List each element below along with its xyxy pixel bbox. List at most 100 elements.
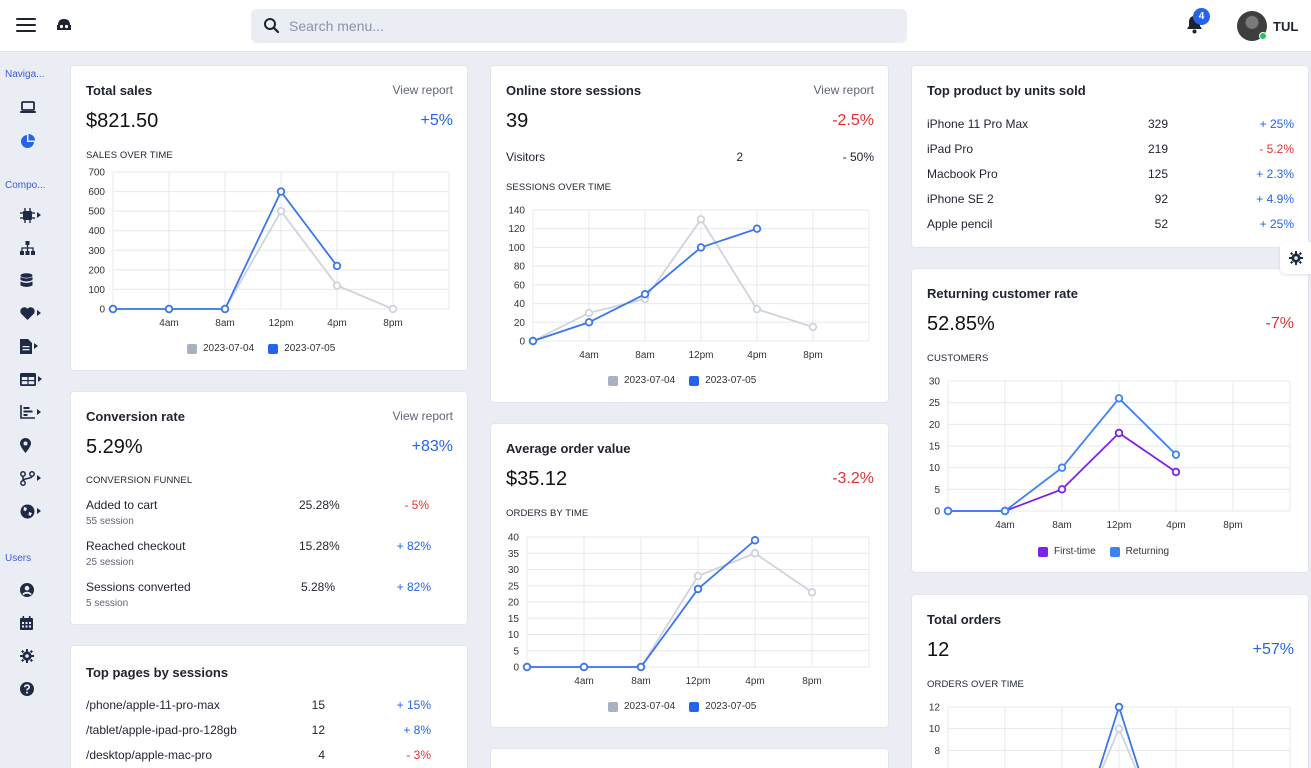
- search-input[interactable]: [289, 9, 889, 43]
- y-tick-label: 0: [99, 305, 105, 316]
- sidebar-item-analytics[interactable]: [20, 131, 56, 151]
- sidebar-item-tables[interactable]: [20, 369, 56, 389]
- data-point: [1000, 506, 1010, 516]
- online-status-dot: [1259, 32, 1267, 40]
- data-point: [584, 318, 594, 327]
- legend-swatch: [1109, 546, 1120, 557]
- pie-chart-icon: [21, 133, 35, 148]
- card-conversion-rate: Conversion rate View report 5.29% +83% C…: [70, 391, 468, 625]
- x-tick-label: 12pm: [685, 676, 710, 687]
- legend-swatch: [689, 375, 700, 386]
- sidebar-item-files[interactable]: [20, 336, 56, 356]
- product-name: iPhone SE 2: [927, 192, 994, 206]
- y-tick-label: 500: [88, 207, 105, 218]
- data-point: [528, 336, 538, 346]
- card-top-products: Top product by units sold iPhone 11 Pro …: [911, 65, 1309, 248]
- product-change: + 25%: [1259, 217, 1294, 231]
- sales-over-time-chart: 0 100 200 300 400 500 600 700 4am 8am 12pm 4pm 8pm: [88, 168, 450, 329]
- funnel-subtitle: CONVERSION FUNNEL: [86, 475, 193, 486]
- data-point: [752, 304, 762, 314]
- sidebar-item-branches[interactable]: [20, 468, 56, 488]
- y-tick-label: 700: [88, 168, 105, 179]
- data-point: [1114, 702, 1124, 712]
- notification-badge: 4: [1193, 8, 1210, 25]
- sidebar-heading-components: Compo...: [5, 180, 46, 191]
- chart-legend: 2023-07-04 2023-07-05: [608, 375, 770, 386]
- sidebar-heading-navigation: Naviga...: [5, 69, 45, 80]
- username[interactable]: TUL: [1273, 19, 1298, 34]
- view-report-link[interactable]: View report: [393, 409, 453, 423]
- card-partial: [490, 748, 889, 768]
- data-point: [108, 304, 118, 314]
- funnel-step-change: - 5%: [404, 498, 429, 512]
- funnel-step-value: 25.28%: [299, 498, 340, 512]
- logo-icon[interactable]: [55, 17, 73, 33]
- sidebar-item-charts[interactable]: [20, 402, 56, 422]
- product-change: + 2.3%: [1256, 167, 1294, 181]
- sidebar-item-dashboard[interactable]: [20, 97, 56, 117]
- y-tick-label: 35: [508, 549, 520, 560]
- settings-fab[interactable]: [1280, 242, 1311, 274]
- product-name: iPhone 11 Pro Max: [927, 117, 1029, 131]
- legend-swatch: [608, 701, 618, 712]
- data-point: [332, 261, 342, 271]
- product-name: iPad Pro: [927, 142, 974, 156]
- funnel-step-sessions: 5 session: [86, 598, 129, 609]
- y-tick-label: 20: [514, 318, 526, 329]
- y-tick-label: 140: [508, 206, 525, 217]
- data-point: [276, 206, 286, 216]
- menu-toggle-icon[interactable]: [16, 18, 36, 32]
- page-path[interactable]: /phone/apple-11-pro-max: [86, 698, 220, 712]
- legend-label: First-time: [1054, 546, 1096, 557]
- database-icon: [20, 272, 33, 287]
- sidebar-item-help[interactable]: [20, 679, 56, 699]
- card-total-orders: Total orders 12 +57% ORDERS OVER TIME 81…: [911, 594, 1309, 768]
- bar-list-icon: [20, 405, 35, 419]
- sidebar-item-profile[interactable]: [20, 580, 56, 600]
- sidebar-item-calendar[interactable]: [20, 613, 56, 633]
- legend-swatch: [268, 343, 279, 354]
- data-point: [1057, 485, 1067, 494]
- sidebar-item-chip[interactable]: [20, 205, 56, 225]
- y-tick-label: 100: [508, 243, 525, 254]
- x-tick-label: 4am: [579, 350, 598, 361]
- orders-by-time-chart: 0 5 10 15 20 25 30 35 40 4am 8am 12pm 4pm 8pm: [508, 533, 870, 687]
- x-tick-label: 4am: [574, 676, 593, 687]
- page-change: + 15%: [396, 698, 431, 712]
- funnel-step-value: 5.28%: [300, 580, 335, 594]
- card-top-pages: Top pages by sessions /phone/apple-11-pr…: [70, 645, 468, 768]
- page-path[interactable]: /desktop/apple-mac-pro: [86, 748, 212, 762]
- data-point: [808, 322, 818, 332]
- page-sessions: 15: [311, 698, 325, 712]
- conversion-change: +83%: [411, 438, 453, 455]
- product-name: Macbook Pro: [927, 167, 998, 181]
- data-point: [332, 281, 342, 290]
- card-title: Top product by units sold: [927, 83, 1086, 98]
- sidebar-item-database[interactable]: [20, 270, 56, 290]
- sidebar-item-globe[interactable]: [20, 501, 56, 521]
- calendar-icon: [20, 616, 33, 630]
- card-total-sales: Total sales View report $821.50 +5% SALE…: [70, 65, 468, 371]
- data-point: [693, 584, 703, 594]
- y-tick-label: 8: [934, 746, 940, 757]
- sidebar-item-sitemap[interactable]: [20, 238, 56, 258]
- page-path[interactable]: /tablet/apple-ipad-pro-128gb: [86, 723, 237, 737]
- search-bar[interactable]: [251, 9, 907, 43]
- product-units: 219: [1147, 142, 1168, 156]
- x-tick-label: 4am: [995, 520, 1014, 531]
- x-tick-label: 8pm: [383, 318, 402, 329]
- y-tick-label: 0: [934, 507, 940, 518]
- page-change: + 8%: [403, 723, 431, 737]
- sidebar: Naviga... Compo... Users: [0, 52, 58, 768]
- y-tick-label: 30: [508, 565, 520, 576]
- orders-over-time-chart: 8 10 12: [929, 702, 1291, 768]
- sidebar-item-settings[interactable]: [20, 646, 56, 666]
- card-title: Top pages by sessions: [86, 665, 229, 680]
- sidebar-item-favorites[interactable]: [20, 303, 56, 323]
- legend-swatch: [608, 375, 618, 386]
- x-tick-label: 8pm: [1223, 520, 1242, 531]
- legend-label: 2023-07-04: [624, 375, 676, 386]
- sidebar-item-maps[interactable]: [20, 435, 56, 455]
- product-units: 125: [1147, 167, 1168, 181]
- data-point: [640, 290, 650, 299]
